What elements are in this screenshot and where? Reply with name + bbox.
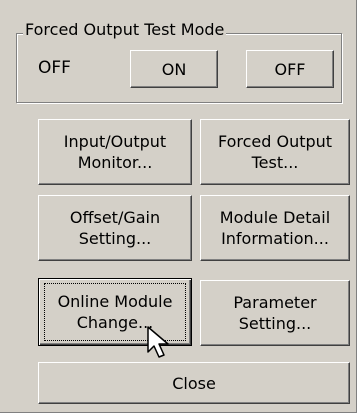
forced-output-on-button[interactable]: ON [130, 50, 218, 88]
io-monitor-label: Input/Output Monitor... [63, 132, 167, 172]
close-button[interactable]: Close [38, 362, 350, 404]
offset-gain-label: Offset/Gain Setting... [69, 208, 161, 248]
mouse-pointer-icon [147, 326, 169, 358]
forced-output-test-label: Forced Output Test... [217, 132, 333, 172]
forced-output-off-button[interactable]: OFF [246, 50, 334, 88]
module-detail-information-button[interactable]: Module Detail Information... [200, 195, 350, 261]
on-button-label: ON [161, 59, 187, 79]
parameter-setting-label: Parameter Setting... [233, 293, 317, 333]
group-title: Forced Output Test Mode [23, 20, 227, 40]
offset-gain-setting-button[interactable]: Offset/Gain Setting... [38, 195, 192, 261]
dialog-panel: Forced Output Test Mode OFF ON OFF Input… [0, 0, 357, 413]
module-detail-label: Module Detail Information... [219, 208, 331, 248]
parameter-setting-button[interactable]: Parameter Setting... [200, 280, 350, 346]
forced-output-status: OFF [38, 58, 71, 78]
close-label: Close [172, 373, 216, 393]
io-monitor-button[interactable]: Input/Output Monitor... [38, 119, 192, 185]
off-button-label: OFF [274, 59, 306, 79]
forced-output-test-button[interactable]: Forced Output Test... [200, 119, 350, 185]
